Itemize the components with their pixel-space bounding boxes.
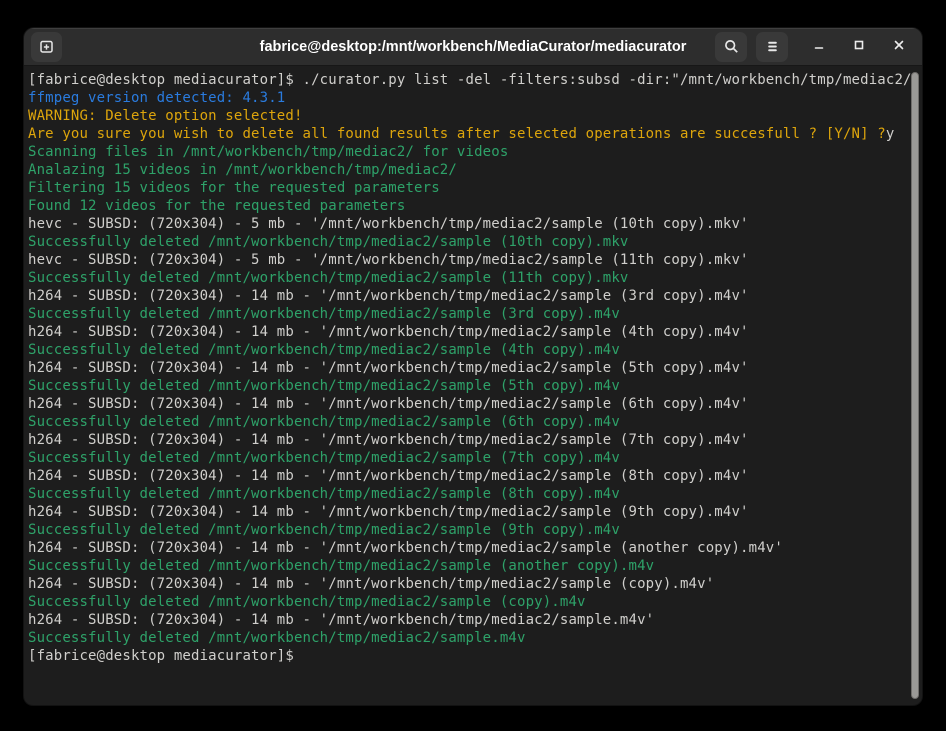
terminal-line: Scanning files in /mnt/workbench/tmp/med… bbox=[28, 143, 908, 161]
terminal-line: Successfully deleted /mnt/workbench/tmp/… bbox=[28, 629, 908, 647]
terminal-line: h264 - SUBSD: (720x304) - 14 mb - '/mnt/… bbox=[28, 575, 908, 593]
terminal-line: h264 - SUBSD: (720x304) - 14 mb - '/mnt/… bbox=[28, 359, 908, 377]
terminal-line: WARNING: Delete option selected! bbox=[28, 107, 908, 125]
search-button[interactable] bbox=[715, 32, 747, 62]
terminal-output-lines: [fabrice@desktop mediacurator]$ ./curato… bbox=[28, 71, 908, 665]
terminal-line: Successfully deleted /mnt/workbench/tmp/… bbox=[28, 341, 908, 359]
menu-icon bbox=[764, 38, 781, 55]
titlebar[interactable]: fabrice@desktop:/mnt/workbench/MediaCura… bbox=[24, 28, 922, 66]
terminal-line: Filtering 15 videos for the requested pa… bbox=[28, 179, 908, 197]
terminal-line: h264 - SUBSD: (720x304) - 14 mb - '/mnt/… bbox=[28, 467, 908, 485]
terminal-line: Are you sure you wish to delete all foun… bbox=[28, 125, 908, 143]
terminal-line: Successfully deleted /mnt/workbench/tmp/… bbox=[28, 449, 908, 467]
terminal-line: h264 - SUBSD: (720x304) - 14 mb - '/mnt/… bbox=[28, 503, 908, 521]
terminal-line: Successfully deleted /mnt/workbench/tmp/… bbox=[28, 485, 908, 503]
maximize-icon bbox=[851, 37, 867, 56]
terminal-line: Analazing 15 videos in /mnt/workbench/tm… bbox=[28, 161, 908, 179]
terminal-line: h264 - SUBSD: (720x304) - 14 mb - '/mnt/… bbox=[28, 539, 908, 557]
terminal-line: Successfully deleted /mnt/workbench/tmp/… bbox=[28, 557, 908, 575]
terminal-line: Found 12 videos for the requested parame… bbox=[28, 197, 908, 215]
terminal-line: hevc - SUBSD: (720x304) - 5 mb - '/mnt/w… bbox=[28, 215, 908, 233]
terminal-line: Successfully deleted /mnt/workbench/tmp/… bbox=[28, 593, 908, 611]
window-title: fabrice@desktop:/mnt/workbench/MediaCura… bbox=[260, 39, 687, 55]
terminal-line: h264 - SUBSD: (720x304) - 14 mb - '/mnt/… bbox=[28, 323, 908, 341]
terminal-line: Successfully deleted /mnt/workbench/tmp/… bbox=[28, 521, 908, 539]
terminal-line: h264 - SUBSD: (720x304) - 14 mb - '/mnt/… bbox=[28, 395, 908, 413]
terminal-line: ffmpeg version detected: 4.3.1 bbox=[28, 89, 908, 107]
maximize-button[interactable] bbox=[846, 34, 872, 60]
terminal-line: Successfully deleted /mnt/workbench/tmp/… bbox=[28, 233, 908, 251]
terminal-line: [fabrice@desktop mediacurator]$ bbox=[28, 647, 908, 665]
search-icon bbox=[723, 38, 740, 55]
new-tab-button[interactable] bbox=[31, 32, 62, 62]
minimize-button[interactable] bbox=[806, 34, 832, 60]
terminal-line: h264 - SUBSD: (720x304) - 14 mb - '/mnt/… bbox=[28, 287, 908, 305]
desktop: fabrice@desktop:/mnt/workbench/MediaCura… bbox=[0, 0, 946, 731]
terminal-line: h264 - SUBSD: (720x304) - 14 mb - '/mnt/… bbox=[28, 611, 908, 629]
terminal-line: Successfully deleted /mnt/workbench/tmp/… bbox=[28, 269, 908, 287]
scrollbar-thumb[interactable] bbox=[911, 72, 919, 699]
terminal-line: Successfully deleted /mnt/workbench/tmp/… bbox=[28, 413, 908, 431]
terminal-line: Successfully deleted /mnt/workbench/tmp/… bbox=[28, 305, 908, 323]
terminal-output[interactable]: [fabrice@desktop mediacurator]$ ./curato… bbox=[24, 66, 922, 704]
terminal-line: hevc - SUBSD: (720x304) - 5 mb - '/mnt/w… bbox=[28, 251, 908, 269]
titlebar-controls bbox=[715, 32, 912, 62]
terminal-line: [fabrice@desktop mediacurator]$ ./curato… bbox=[28, 71, 908, 89]
terminal-line: h264 - SUBSD: (720x304) - 14 mb - '/mnt/… bbox=[28, 431, 908, 449]
minimize-icon bbox=[811, 37, 827, 56]
menu-button[interactable] bbox=[756, 32, 788, 62]
terminal-line: Successfully deleted /mnt/workbench/tmp/… bbox=[28, 377, 908, 395]
new-tab-icon bbox=[38, 38, 55, 55]
terminal-window: fabrice@desktop:/mnt/workbench/MediaCura… bbox=[24, 28, 922, 705]
close-button[interactable] bbox=[886, 34, 912, 60]
close-icon bbox=[891, 37, 907, 56]
